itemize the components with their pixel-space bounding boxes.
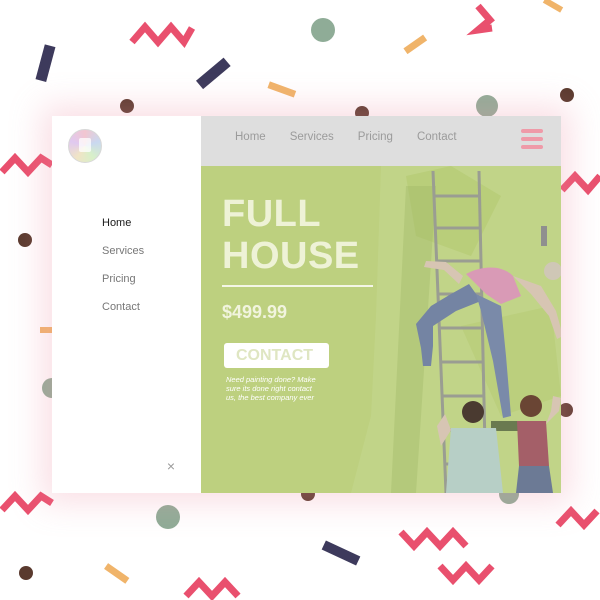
sidebar-nav: Home Services Pricing Contact: [102, 216, 144, 328]
zigzag-decoration: [0, 490, 54, 516]
dot-decoration: [559, 403, 573, 417]
dot-decoration: [476, 95, 498, 117]
dot-decoration: [19, 566, 33, 580]
dot-decoration: [156, 505, 180, 529]
top-navbar: Home Services Pricing Contact: [201, 116, 561, 166]
hamburger-icon[interactable]: [521, 129, 543, 149]
dot-decoration: [311, 18, 335, 42]
dot-decoration: [18, 233, 32, 247]
bar-decoration: [403, 34, 428, 55]
zigzag-decoration: [466, 3, 495, 36]
nav-item-pricing[interactable]: Pricing: [358, 130, 393, 144]
zigzag-decoration: [129, 21, 196, 49]
hero-title-line-1: FULL: [222, 193, 322, 235]
contact-button[interactable]: CONTACT: [224, 343, 329, 368]
bar-decoration: [542, 0, 564, 13]
zigzag-decoration: [0, 152, 54, 178]
zigzag-decoration: [555, 505, 600, 531]
sidebar-item-services[interactable]: Services: [102, 244, 144, 258]
sidebar-item-home[interactable]: Home: [102, 216, 144, 230]
sidebar-item-contact[interactable]: Contact: [102, 300, 144, 314]
bar-decoration: [104, 563, 130, 584]
logo-icon[interactable]: [68, 129, 102, 163]
title-underline: [222, 285, 373, 287]
zigzag-decoration: [398, 526, 469, 552]
close-icon[interactable]: ×: [164, 459, 178, 473]
website-card: Home Services Pricing Contact × Home Ser…: [52, 116, 561, 493]
zigzag-decoration: [437, 560, 495, 586]
bar-decoration: [40, 327, 52, 333]
bar-decoration: [267, 81, 297, 98]
hero-title: FULL HOUSE: [222, 193, 360, 277]
dot-decoration: [560, 88, 574, 102]
zigzag-decoration: [183, 576, 241, 600]
bar-decoration: [195, 57, 231, 90]
top-nav: Home Services Pricing Contact: [235, 130, 481, 144]
sidebar: Home Services Pricing Contact ×: [52, 116, 201, 493]
zigzag-decoration: [559, 170, 600, 196]
dot-decoration: [120, 99, 134, 113]
nav-item-home[interactable]: Home: [235, 130, 266, 144]
sidebar-item-pricing[interactable]: Pricing: [102, 272, 144, 286]
hero-title-line-2: HOUSE: [222, 235, 360, 277]
price-label: $499.99: [222, 302, 288, 322]
bar-decoration: [321, 540, 361, 566]
hero-description: Need painting done? Make sure its done r…: [226, 375, 316, 402]
nav-item-contact[interactable]: Contact: [417, 130, 457, 144]
bar-decoration: [35, 44, 56, 82]
nav-item-services[interactable]: Services: [290, 130, 334, 144]
hero-section: FULL HOUSE $499.99 CONTACT Need painting…: [201, 166, 561, 493]
logo-mark: [79, 138, 91, 152]
